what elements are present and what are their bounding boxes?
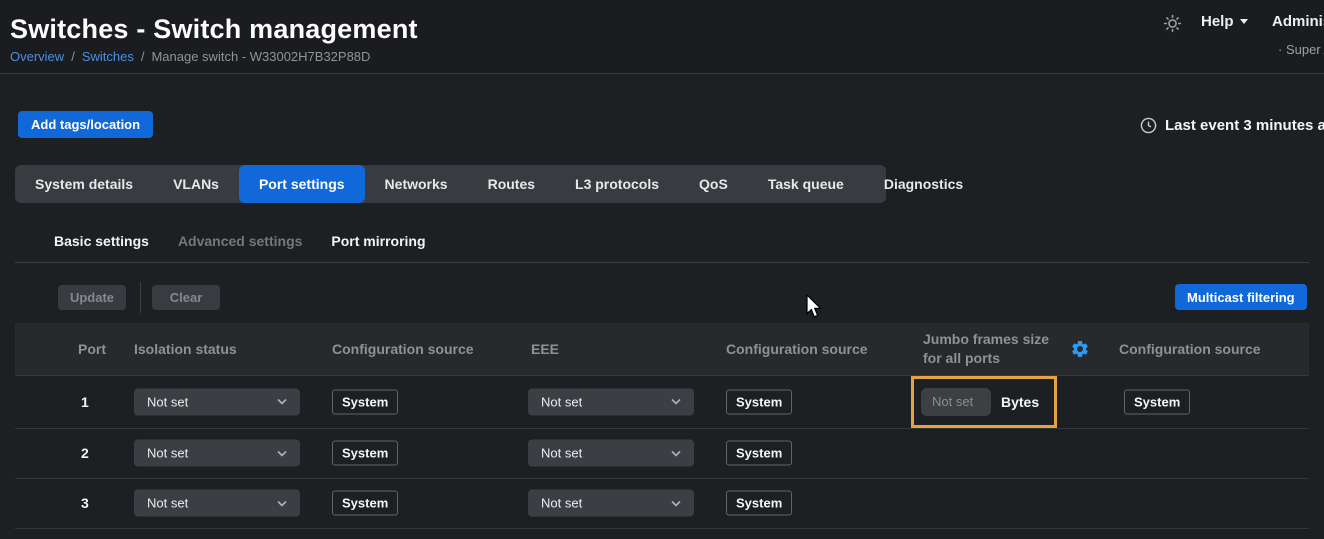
divider xyxy=(15,262,1309,263)
isolation-status-cell: Not set xyxy=(134,490,300,517)
port-number: 3 xyxy=(81,495,89,511)
clock-icon xyxy=(1140,117,1157,134)
select-value: Not set xyxy=(541,496,582,511)
chevron-down-icon xyxy=(671,399,681,405)
configuration-source-badge: System xyxy=(332,441,398,466)
eee-cell: Not set xyxy=(528,440,694,467)
configuration-source-badge: System xyxy=(1124,389,1190,414)
isolation-status-select[interactable]: Not set xyxy=(134,440,300,467)
port-number: 1 xyxy=(81,394,89,410)
divider xyxy=(140,282,141,313)
isolation-status-cell: Not set xyxy=(134,388,300,415)
configuration-source-badge: System xyxy=(332,389,398,414)
breadcrumb-overview-link[interactable]: Overview xyxy=(10,49,64,64)
column-header-configuration-source: Configuration source xyxy=(332,323,474,375)
jumbo-frames-size-input[interactable] xyxy=(921,388,991,416)
chevron-down-icon xyxy=(671,450,681,456)
account-name[interactable]: Adminis xyxy=(1272,13,1324,30)
tab-qos[interactable]: QoS xyxy=(679,165,748,203)
column-header-port: Port xyxy=(78,323,106,375)
select-value: Not set xyxy=(541,446,582,461)
configuration-source-cell: System xyxy=(726,389,792,414)
configuration-source-cell: System xyxy=(726,441,792,466)
add-tags-location-button[interactable]: Add tags/location xyxy=(18,111,153,138)
port-number-label: 2 xyxy=(81,445,89,461)
jumbo-frames-settings-gear-icon[interactable] xyxy=(1070,339,1090,359)
column-header-isolation-status: Isolation status xyxy=(134,323,237,375)
main-tab-bar: System details VLANs Port settings Netwo… xyxy=(15,165,886,203)
help-label: Help xyxy=(1201,13,1234,30)
last-event-status: Last event 3 minutes ago xyxy=(1140,117,1324,134)
configuration-source-badge: System xyxy=(332,491,398,516)
jumbo-frames-cell: Bytes xyxy=(921,388,1039,416)
tab-port-settings[interactable]: Port settings xyxy=(239,165,365,203)
breadcrumb-separator: / xyxy=(71,49,75,64)
table-header-row: Port Isolation status Configuration sour… xyxy=(15,323,1309,376)
multicast-filtering-button[interactable]: Multicast filtering xyxy=(1175,284,1307,310)
configuration-source-badge: System xyxy=(726,441,792,466)
subtab-basic-settings[interactable]: Basic settings xyxy=(54,233,149,249)
select-value: Not set xyxy=(147,496,188,511)
tab-networks[interactable]: Networks xyxy=(365,165,468,203)
port-number: 2 xyxy=(81,445,89,461)
column-header-eee: EEE xyxy=(531,323,559,375)
switch-management-screen: Switches - Switch management Overview / Sw… xyxy=(0,0,1324,539)
clear-button[interactable]: Clear xyxy=(152,285,220,310)
chevron-down-icon xyxy=(277,500,287,506)
subtab-advanced-settings[interactable]: Advanced settings xyxy=(178,233,302,249)
select-value: Not set xyxy=(147,446,188,461)
theme-toggle-sun-icon[interactable] xyxy=(1163,14,1182,33)
tab-l3-protocols[interactable]: L3 protocols xyxy=(555,165,679,203)
select-value: Not set xyxy=(541,394,582,409)
port-number-label: 1 xyxy=(81,394,89,410)
tab-diagnostics[interactable]: Diagnostics xyxy=(864,165,983,203)
chevron-down-icon xyxy=(671,500,681,506)
mouse-cursor xyxy=(806,294,824,325)
sub-tab-bar: Basic settings Advanced settings Port mi… xyxy=(54,233,426,249)
last-event-text: Last event 3 minutes ago xyxy=(1165,117,1324,134)
port-number-label: 3 xyxy=(81,495,89,511)
breadcrumb-switches-link[interactable]: Switches xyxy=(82,49,134,64)
chevron-down-icon xyxy=(277,450,287,456)
table-row-port-2: 2 Not set System Not set System xyxy=(15,428,1309,479)
account-role: · Super A xyxy=(1278,42,1324,57)
isolation-status-select[interactable]: Not set xyxy=(134,490,300,517)
column-header-configuration-source: Configuration source xyxy=(726,323,868,375)
tab-routes[interactable]: Routes xyxy=(468,165,555,203)
configuration-source-cell: System xyxy=(332,441,398,466)
eee-select[interactable]: Not set xyxy=(528,388,694,415)
table-row-port-3: 3 Not set System Not set System xyxy=(15,478,1309,529)
eee-cell: Not set xyxy=(528,388,694,415)
configuration-source-badge: System xyxy=(726,491,792,516)
select-value: Not set xyxy=(147,394,188,409)
column-header-configuration-source: Configuration source xyxy=(1119,323,1261,375)
configuration-source-cell: System xyxy=(332,491,398,516)
eee-select[interactable]: Not set xyxy=(528,440,694,467)
column-header-jumbo-frames: Jumbo frames size for all ports xyxy=(923,323,1059,375)
isolation-status-select[interactable]: Not set xyxy=(134,388,300,415)
breadcrumb-current: Manage switch - W33002H7B32P88D xyxy=(151,49,370,64)
configuration-source-badge: System xyxy=(726,389,792,414)
breadcrumb: Overview / Switches / Manage switch - W33002… xyxy=(10,49,370,64)
breadcrumb-separator: / xyxy=(141,49,145,64)
tab-system-details[interactable]: System details xyxy=(15,165,153,203)
chevron-down-icon xyxy=(277,399,287,405)
update-button[interactable]: Update xyxy=(58,285,126,310)
page-header: Switches - Switch management Overview / Sw… xyxy=(0,0,1324,74)
eee-cell: Not set xyxy=(528,490,694,517)
subtab-port-mirroring[interactable]: Port mirroring xyxy=(331,233,425,249)
chevron-down-icon xyxy=(1240,19,1248,24)
eee-select[interactable]: Not set xyxy=(528,490,694,517)
table-row-port-1: 1 Not set System Not set System Bytes Sy… xyxy=(15,375,1309,429)
help-menu[interactable]: Help xyxy=(1201,13,1248,30)
page-title: Switches - Switch management xyxy=(10,14,418,45)
configuration-source-cell: System xyxy=(726,491,792,516)
configuration-source-cell: System xyxy=(1124,389,1190,414)
bytes-unit-label: Bytes xyxy=(1001,394,1039,410)
configuration-source-cell: System xyxy=(332,389,398,414)
tab-vlans[interactable]: VLANs xyxy=(153,165,239,203)
isolation-status-cell: Not set xyxy=(134,440,300,467)
tab-task-queue[interactable]: Task queue xyxy=(748,165,864,203)
